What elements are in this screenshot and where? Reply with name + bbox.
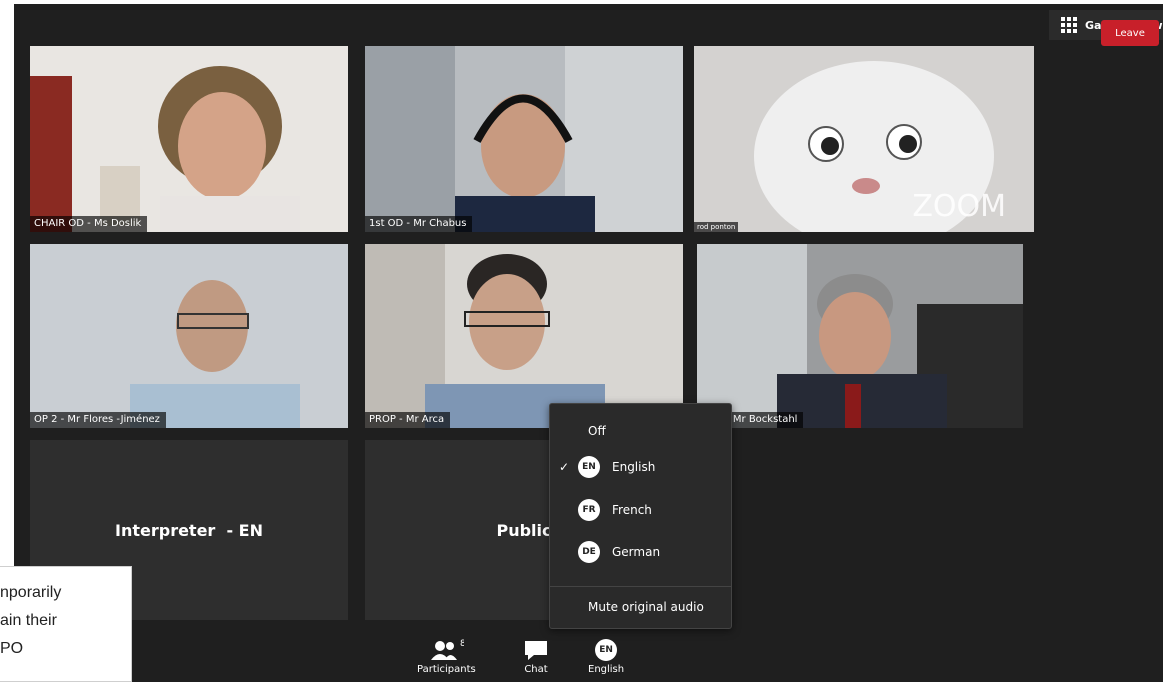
participant-video xyxy=(697,244,1023,428)
interpretation-button[interactable]: EN English xyxy=(588,636,624,675)
menu-item-french-label: French xyxy=(612,503,652,517)
checkmark-icon: ✓ xyxy=(558,460,570,474)
participants-button[interactable]: 8 Participants xyxy=(417,636,476,675)
chat-icon xyxy=(522,636,550,664)
menu-item-english[interactable]: ✓ EN English xyxy=(550,450,731,484)
caption-overlay: nporarily ain their PO xyxy=(0,566,132,682)
menu-item-off[interactable]: Off xyxy=(550,414,731,448)
video-tile-chair[interactable]: CHAIR OD - Ms Doslik xyxy=(30,46,348,232)
video-tile-chabus[interactable]: 1st OD - Mr Chabus xyxy=(365,46,683,232)
participant-video xyxy=(30,46,348,232)
interpreter-label: Interpreter - EN xyxy=(115,520,263,540)
kitten-filter-video: ZOOM xyxy=(694,46,1034,232)
video-tile-arca[interactable]: PROP - Mr Arca xyxy=(365,244,683,428)
svg-text:8: 8 xyxy=(460,639,464,649)
caption-line: ain their xyxy=(0,612,57,629)
menu-item-english-label: English xyxy=(612,460,656,474)
video-tile-bockstahl[interactable]: 2OD - Mr Bockstahl xyxy=(697,244,1023,428)
video-tile-ponton[interactable]: ZOOM rod ponton xyxy=(694,46,1034,232)
participant-video xyxy=(30,244,348,428)
participant-name: PROP - Mr Arca xyxy=(365,412,451,428)
interpretation-label: English xyxy=(588,664,625,675)
grid-icon xyxy=(1061,17,1077,33)
participant-video xyxy=(365,46,683,232)
caption-line: PO xyxy=(0,640,24,657)
caption-line: nporarily xyxy=(0,584,62,601)
menu-item-off-label: Off xyxy=(588,424,606,438)
language-badge-icon: EN xyxy=(595,639,618,661)
participant-name: 1st OD - Mr Chabus xyxy=(365,216,473,232)
mute-original-audio-item[interactable]: Mute original audio xyxy=(550,590,731,624)
participant-video xyxy=(365,244,683,428)
participant-name: rod ponton xyxy=(694,222,739,232)
menu-item-german-label: German xyxy=(612,545,661,559)
language-badge-de: DE xyxy=(578,541,600,563)
meeting-toolbar: 8 Participants Chat EN English xyxy=(14,630,1163,682)
public-label: Public xyxy=(496,520,552,540)
menu-item-german[interactable]: DE German xyxy=(550,535,731,569)
participants-icon: 8 xyxy=(428,636,464,664)
leave-button[interactable]: Leave xyxy=(1101,20,1159,46)
menu-item-french[interactable]: FR French xyxy=(550,493,731,527)
svg-text:ZOOM: ZOOM xyxy=(912,189,1006,224)
chat-button[interactable]: Chat xyxy=(522,636,550,675)
menu-divider xyxy=(550,586,731,587)
participant-name: OP 2 - Mr Flores -Jiménez xyxy=(30,412,166,428)
chat-label: Chat xyxy=(524,664,548,675)
language-badge-fr: FR xyxy=(578,499,600,521)
video-tile-flores[interactable]: OP 2 - Mr Flores -Jiménez xyxy=(30,244,348,428)
participants-label: Participants xyxy=(417,664,476,675)
language-interpretation-menu: Off ✓ EN English FR French DE German Mut… xyxy=(549,403,732,629)
language-badge-en: EN xyxy=(578,456,600,478)
participant-name: CHAIR OD - Ms Doslik xyxy=(30,216,148,232)
mute-original-audio-label: Mute original audio xyxy=(588,600,704,614)
